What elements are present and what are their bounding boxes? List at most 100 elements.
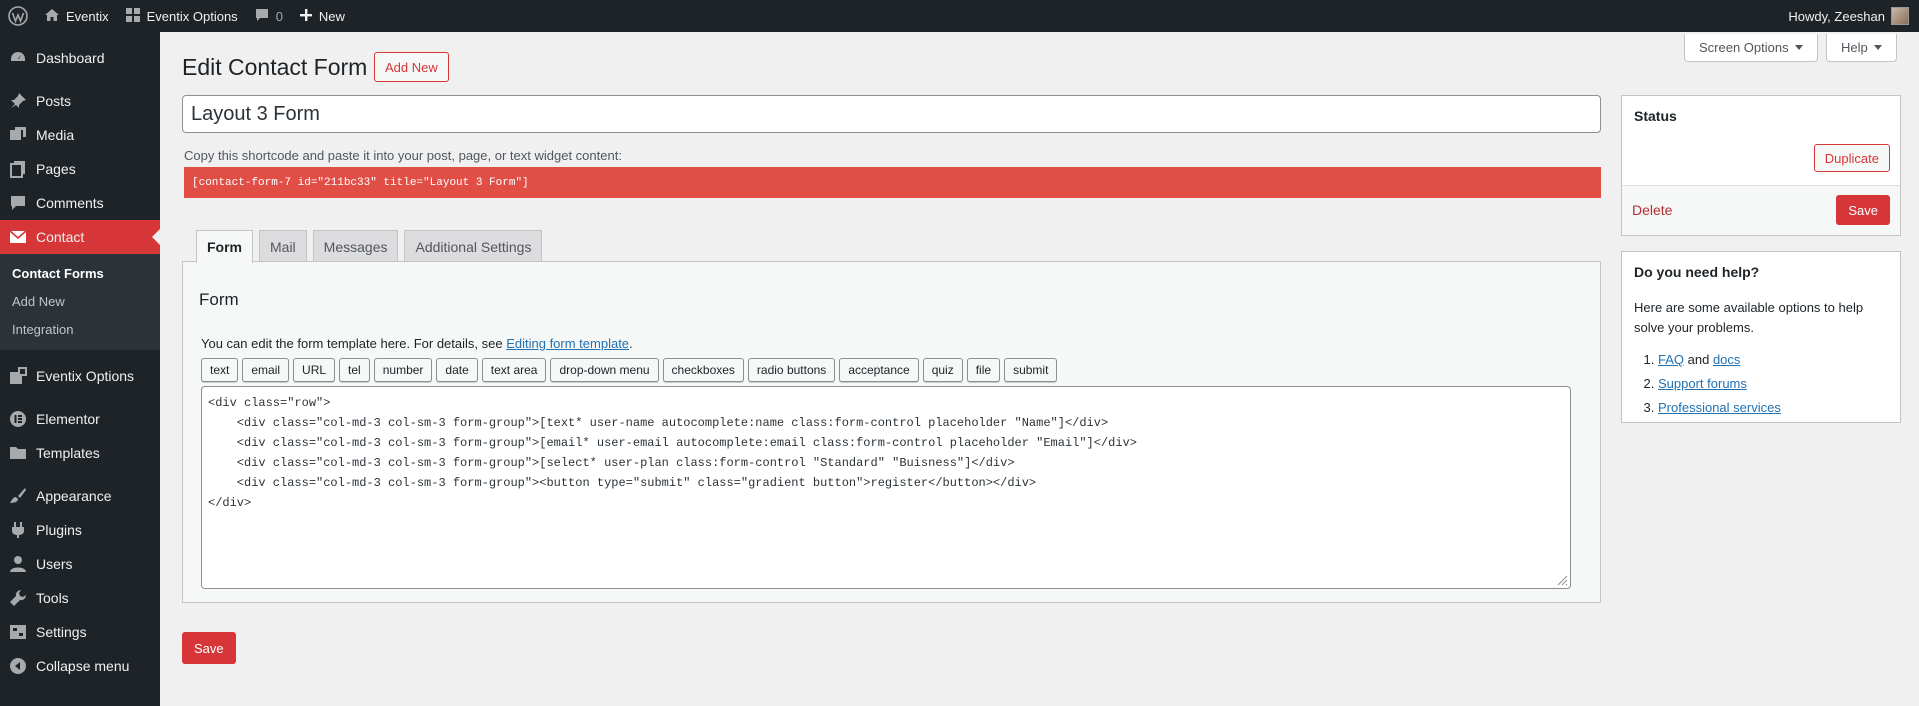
tag-button-email[interactable]: email xyxy=(242,358,290,382)
sidebar-item-pages[interactable]: Pages xyxy=(0,152,160,186)
tag-button-tel[interactable]: tel xyxy=(339,358,370,382)
sidebar-item-label: Appearance xyxy=(36,488,112,504)
help-button[interactable]: Help xyxy=(1826,34,1897,62)
status-heading: Status xyxy=(1634,108,1677,124)
form-panel-heading: Form xyxy=(199,290,239,309)
submenu-item-contact-forms[interactable]: Contact Forms xyxy=(0,260,160,288)
resize-grip-icon[interactable] xyxy=(1556,574,1568,586)
sidebar-item-label: Settings xyxy=(36,624,87,640)
delete-link[interactable]: Delete xyxy=(1632,202,1672,218)
help-label: Help xyxy=(1841,40,1868,55)
main-content: Screen Options Help Edit Contact Form Ad… xyxy=(160,32,1919,706)
tab-messages[interactable]: Messages xyxy=(312,230,399,262)
shortcode-hint: Copy this shortcode and paste it into yo… xyxy=(184,148,622,163)
options-icon xyxy=(8,366,28,386)
form-template-textarea[interactable]: <div class="row"> <div class="col-md-3 c… xyxy=(201,386,1571,589)
add-new-button[interactable]: Add New xyxy=(374,52,449,82)
tag-button-url[interactable]: URL xyxy=(293,358,336,382)
support-forums-link[interactable]: Support forums xyxy=(1658,376,1747,391)
tag-button-text[interactable]: text xyxy=(201,358,239,382)
list-item: FAQ and docs xyxy=(1658,348,1888,372)
tag-button-text-area[interactable]: text area xyxy=(481,358,547,382)
contact-submenu: Contact Forms Add New Integration xyxy=(0,254,160,350)
plus-icon xyxy=(299,8,313,25)
screen-options-label: Screen Options xyxy=(1699,40,1789,55)
sidebar-item-label: Users xyxy=(36,556,73,572)
sidebar-item-comments[interactable]: Comments xyxy=(0,186,160,220)
tag-button-quiz[interactable]: quiz xyxy=(922,358,963,382)
list-item: Support forums xyxy=(1658,372,1888,396)
tab-form[interactable]: Form xyxy=(196,230,253,263)
tag-button-date[interactable]: date xyxy=(436,358,478,382)
tag-button-acceptance[interactable]: acceptance xyxy=(839,358,919,382)
sidebar-item-posts[interactable]: Posts xyxy=(0,84,160,118)
help-heading: Do you need help? xyxy=(1634,264,1760,280)
form-panel-description: You can edit the form template here. For… xyxy=(201,336,633,351)
account-menu[interactable]: Howdy, Zeeshan xyxy=(1780,0,1919,32)
sidebar-item-label: Media xyxy=(36,127,75,143)
and-text: and xyxy=(1684,352,1713,367)
sidebar-item-collapse-menu[interactable]: Collapse menu xyxy=(0,649,160,683)
home-icon xyxy=(44,7,60,26)
faq-link[interactable]: FAQ xyxy=(1658,352,1684,367)
screen-options-button[interactable]: Screen Options xyxy=(1684,34,1818,62)
sidebar-item-label: Posts xyxy=(36,93,72,109)
form-title-input[interactable]: Layout 3 Form xyxy=(182,95,1601,133)
new-content-link[interactable]: New xyxy=(291,0,353,32)
sidebar-item-eventix-options[interactable]: Eventix Options xyxy=(0,359,160,393)
plugin-icon xyxy=(8,520,28,540)
comment-icon xyxy=(254,7,270,26)
tag-button-number[interactable]: number xyxy=(373,358,433,382)
duplicate-button[interactable]: Duplicate xyxy=(1813,144,1890,172)
sidebar-item-plugins[interactable]: Plugins xyxy=(0,513,160,547)
submenu-item-integration[interactable]: Integration xyxy=(0,316,160,344)
help-text: Here are some available options to help … xyxy=(1634,300,1864,335)
form-panel: Form You can edit the form template here… xyxy=(182,261,1601,603)
settings-icon xyxy=(8,622,28,642)
description-suffix: . xyxy=(629,336,633,351)
sidebar-item-media[interactable]: Media xyxy=(0,118,160,152)
tab-additional-settings[interactable]: Additional Settings xyxy=(404,230,543,262)
sidebar-item-label: Elementor xyxy=(36,411,100,427)
wordpress-logo-icon[interactable] xyxy=(0,0,36,32)
save-button[interactable]: Save xyxy=(1836,195,1890,225)
sidebar-item-tools[interactable]: Tools xyxy=(0,581,160,615)
sidebar-item-label: Contact xyxy=(36,229,85,245)
sidebar-item-appearance[interactable]: Appearance xyxy=(0,479,160,513)
eventix-options-link[interactable]: Eventix Options xyxy=(117,0,246,32)
comment-icon xyxy=(8,193,28,213)
comments-link[interactable]: 0 xyxy=(246,0,291,32)
sidebar-item-label: Tools xyxy=(36,590,69,606)
avatar xyxy=(1891,7,1909,25)
tag-button-file[interactable]: file xyxy=(966,358,1001,382)
tag-button-submit[interactable]: submit xyxy=(1004,358,1058,382)
media-icon xyxy=(8,125,28,145)
sidebar-item-users[interactable]: Users xyxy=(0,547,160,581)
sidebar-item-contact[interactable]: Contact xyxy=(0,220,160,254)
pages-icon xyxy=(8,159,28,179)
shortcode-field[interactable]: [contact-form-7 id="211bc33" title="Layo… xyxy=(184,167,1601,198)
comments-count: 0 xyxy=(275,8,283,24)
docs-link[interactable]: docs xyxy=(1713,352,1740,367)
sidebar-item-elementor[interactable]: Elementor xyxy=(0,402,160,436)
professional-services-link[interactable]: Professional services xyxy=(1658,400,1781,415)
admin-bar: Eventix Eventix Options 0 New Howdy, Zee… xyxy=(0,0,1919,32)
description-text: You can edit the form template here. For… xyxy=(201,336,507,351)
submenu-item-add-new[interactable]: Add New xyxy=(0,288,160,316)
sidebar-item-settings[interactable]: Settings xyxy=(0,615,160,649)
new-label: New xyxy=(318,8,345,24)
tab-mail[interactable]: Mail xyxy=(259,230,307,262)
sidebar-item-dashboard[interactable]: Dashboard xyxy=(0,41,160,75)
eventix-options-label: Eventix Options xyxy=(146,8,238,24)
wrench-icon xyxy=(8,588,28,608)
tag-button-radio-buttons[interactable]: radio buttons xyxy=(747,358,836,382)
sidebar-item-label: Templates xyxy=(36,445,100,461)
site-name-link[interactable]: Eventix xyxy=(36,0,117,32)
editing-form-template-link[interactable]: Editing form template xyxy=(506,336,629,351)
list-item: Professional services xyxy=(1658,396,1888,420)
tag-button-drop-down-menu[interactable]: drop-down menu xyxy=(550,358,659,382)
tag-button-checkboxes[interactable]: checkboxes xyxy=(662,358,744,382)
help-box: Do you need help? Here are some availabl… xyxy=(1621,251,1901,423)
sidebar-item-templates[interactable]: Templates xyxy=(0,436,160,470)
save-button-bottom[interactable]: Save xyxy=(182,632,236,664)
